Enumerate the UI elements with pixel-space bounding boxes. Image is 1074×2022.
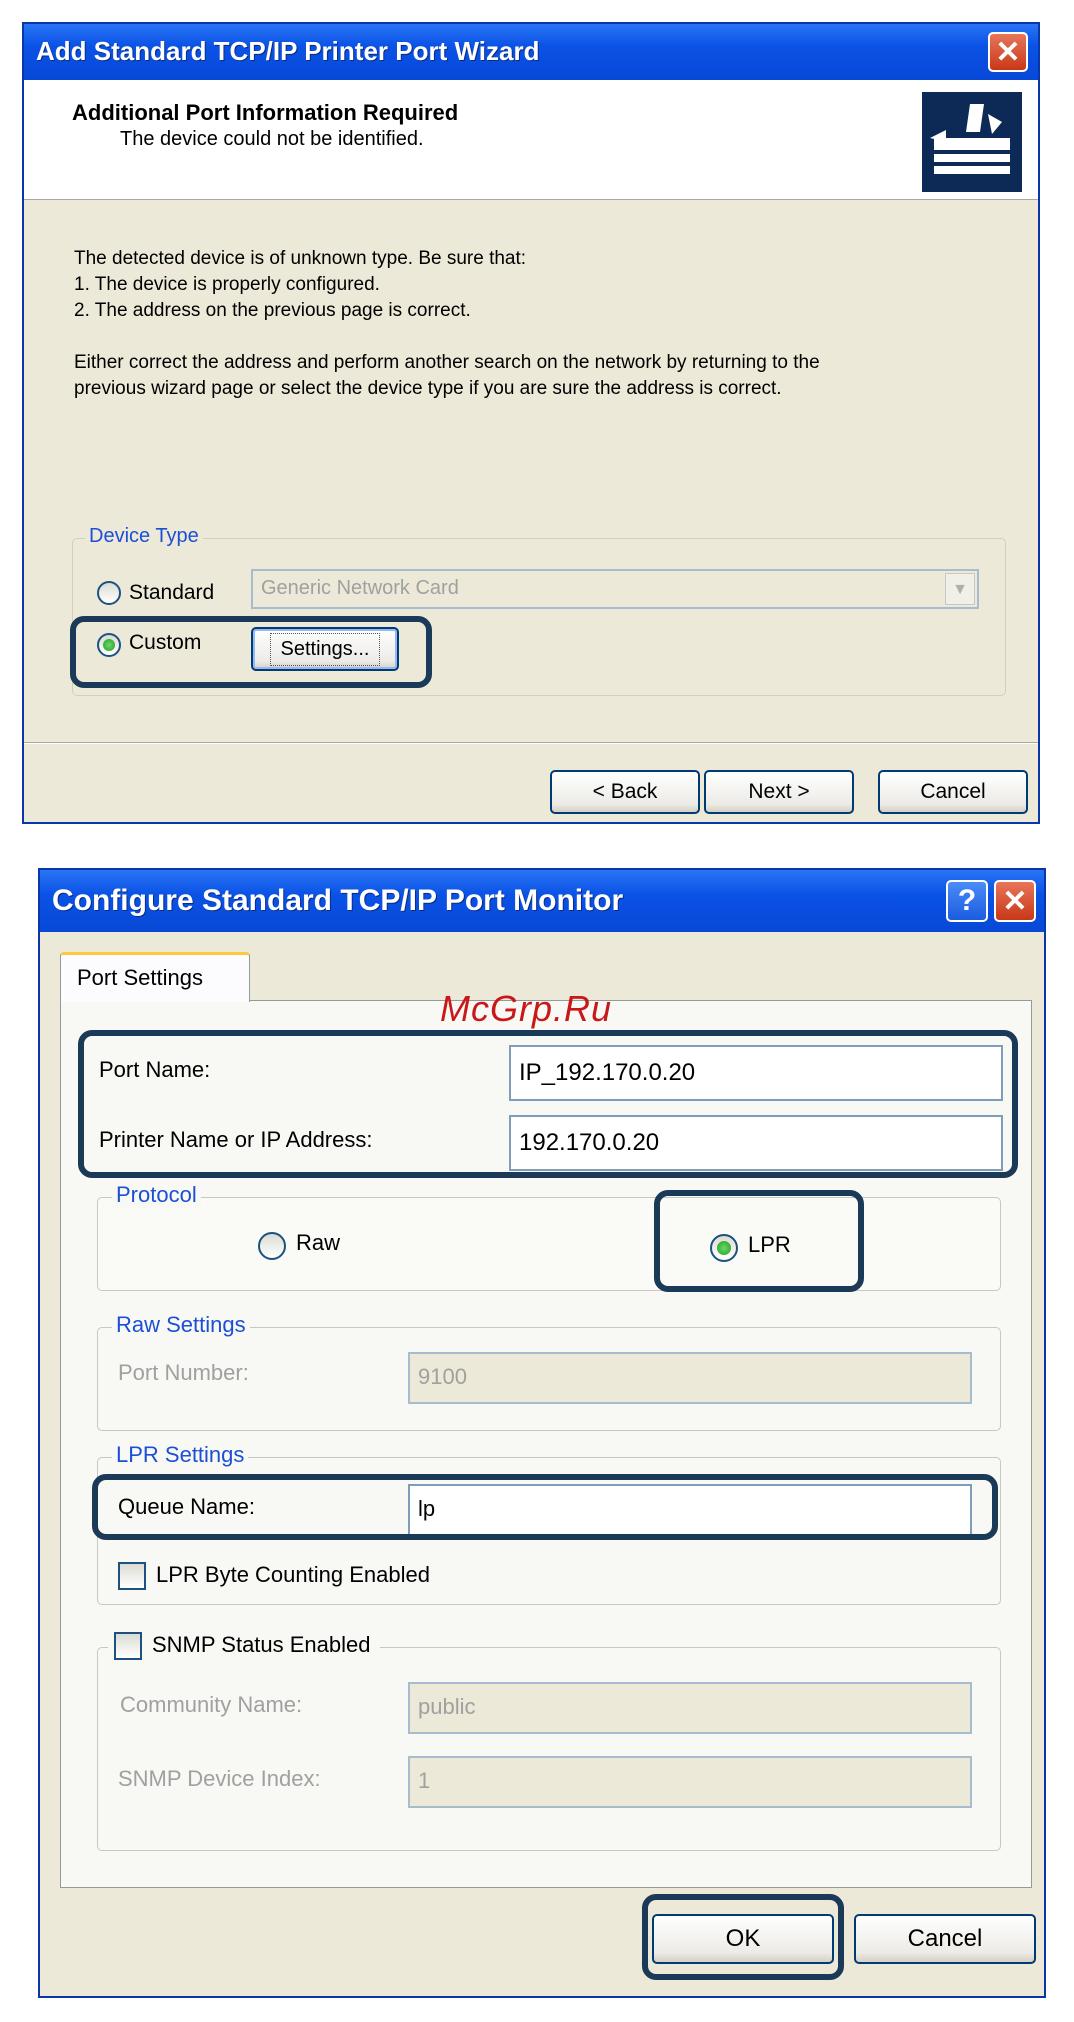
monitor-window: Configure Standard TCP/IP Port Monitor ?…	[38, 868, 1046, 1998]
byte-counting-checkbox[interactable]	[118, 1562, 146, 1590]
monitor-close-button[interactable]: ✕	[994, 880, 1036, 922]
snmp-legend: SNMP Status Enabled	[108, 1628, 380, 1664]
printer-name-input[interactable]: 192.170.0.20	[509, 1115, 1003, 1171]
wizard-window: Add Standard TCP/IP Printer Port Wizard …	[22, 22, 1040, 824]
wizard-body-line1: The detected device is of unknown type. …	[74, 248, 527, 269]
wizard-header-title: Additional Port Information Required	[72, 100, 459, 125]
community-name-label: Community Name:	[120, 1692, 303, 1717]
next-button-label: Next >	[748, 780, 810, 803]
custom-label[interactable]: Custom	[129, 631, 201, 655]
monitor-cancel-button[interactable]: Cancel	[854, 1914, 1036, 1964]
snmp-group: SNMP Status Enabled Community Name: publ…	[97, 1628, 1001, 1851]
raw-label[interactable]: Raw	[296, 1230, 340, 1256]
raw-settings-group: Raw Settings Port Number: 9100	[97, 1312, 1001, 1431]
wizard-cancel-button[interactable]: Cancel	[878, 770, 1028, 814]
port-name-input[interactable]: IP_192.170.0.20	[509, 1045, 1003, 1101]
wizard-cancel-button-label: Cancel	[920, 780, 986, 803]
byte-counting-label[interactable]: LPR Byte Counting Enabled	[156, 1562, 430, 1588]
device-index-input: 1	[408, 1756, 972, 1808]
snmp-checkbox[interactable]	[114, 1632, 142, 1660]
monitor-title: Configure Standard TCP/IP Port Monitor	[52, 884, 624, 917]
lpr-settings-group: LPR Settings Queue Name: lp LPR Byte Cou…	[97, 1442, 1001, 1605]
wizard-client: Additional Port Information Required The…	[24, 80, 1038, 822]
monitor-client: Port Settings Port Name: IP_192.170.0.20…	[40, 932, 1044, 1996]
wizard-body-line2: 1. The device is properly configured.	[74, 274, 380, 295]
back-button-label: < Back	[592, 780, 658, 803]
wizard-title: Add Standard TCP/IP Printer Port Wizard	[36, 36, 540, 66]
lpr-label[interactable]: LPR	[748, 1232, 791, 1258]
custom-radio-dot	[103, 639, 115, 651]
ok-button[interactable]: OK	[652, 1914, 834, 1964]
close-icon: ✕	[995, 35, 1021, 69]
watermark: McGrp.Ru	[440, 988, 613, 1029]
protocol-legend: Protocol	[112, 1182, 201, 1208]
standard-radio[interactable]	[97, 581, 121, 605]
queue-name-input[interactable]: lp	[408, 1484, 972, 1536]
custom-radio[interactable]	[97, 633, 121, 657]
standard-label[interactable]: Standard	[129, 581, 214, 605]
monitor-cancel-button-label: Cancel	[907, 1925, 983, 1952]
device-type-group: Device Type Standard Generic Network Car…	[72, 525, 1006, 696]
raw-radio[interactable]	[258, 1232, 286, 1260]
wizard-header-subtitle: The device could not be identified.	[120, 128, 424, 150]
port-number-value: 9100	[418, 1364, 467, 1389]
community-name-input: public	[408, 1682, 972, 1734]
protocol-group: Protocol Raw LPR	[97, 1182, 1001, 1291]
port-settings-tab[interactable]: Port Settings	[60, 952, 250, 1002]
printer-name-label: Printer Name or IP Address:	[99, 1127, 373, 1152]
close-icon: ✕	[1002, 884, 1028, 918]
wizard-header: Additional Port Information Required The…	[24, 80, 1038, 200]
port-name-value: IP_192.170.0.20	[519, 1059, 696, 1086]
community-name-value: public	[418, 1694, 476, 1719]
lpr-settings-legend: LPR Settings	[112, 1442, 249, 1468]
back-button[interactable]: < Back	[550, 770, 700, 814]
wizard-footer-separator	[24, 742, 1038, 744]
port-number-label: Port Number:	[118, 1360, 249, 1385]
printer-name-value: 192.170.0.20	[519, 1129, 660, 1156]
help-icon: ?	[957, 884, 977, 917]
device-type-legend: Device Type	[85, 525, 203, 548]
monitor-titlebar[interactable]: Configure Standard TCP/IP Port Monitor ?…	[40, 870, 1044, 932]
standard-device-value: Generic Network Card	[261, 577, 459, 599]
wizard-body-para-line2: previous wizard page or select the devic…	[74, 378, 782, 399]
help-button[interactable]: ?	[946, 880, 988, 922]
port-settings-panel: Port Name: IP_192.170.0.20 Printer Name …	[60, 1000, 1032, 1888]
settings-button-label: Settings...	[269, 632, 381, 666]
queue-name-label: Queue Name:	[118, 1494, 255, 1519]
settings-button[interactable]: Settings...	[251, 627, 399, 671]
printer-network-icon	[922, 92, 1022, 192]
port-name-label: Port Name:	[99, 1057, 211, 1082]
port-number-input: 9100	[408, 1352, 972, 1404]
device-index-label: SNMP Device Index:	[118, 1766, 321, 1791]
wizard-body-line3: 2. The address on the previous page is c…	[74, 300, 471, 321]
lpr-radio[interactable]	[710, 1234, 738, 1262]
ok-button-label: OK	[725, 1925, 761, 1952]
device-index-value: 1	[418, 1768, 431, 1793]
wizard-body-para-line1: Either correct the address and perform a…	[74, 352, 820, 373]
standard-device-dropdown: Generic Network Card ▼	[251, 569, 979, 609]
queue-name-value: lp	[418, 1496, 436, 1521]
chevron-down-icon: ▼	[945, 573, 975, 605]
snmp-label[interactable]: SNMP Status Enabled	[152, 1632, 371, 1658]
next-button[interactable]: Next >	[704, 770, 854, 814]
lpr-radio-dot	[717, 1241, 731, 1255]
port-settings-tab-label: Port Settings	[77, 965, 203, 990]
wizard-close-button[interactable]: ✕	[988, 32, 1028, 72]
wizard-titlebar[interactable]: Add Standard TCP/IP Printer Port Wizard …	[24, 24, 1038, 80]
raw-settings-legend: Raw Settings	[112, 1312, 250, 1338]
